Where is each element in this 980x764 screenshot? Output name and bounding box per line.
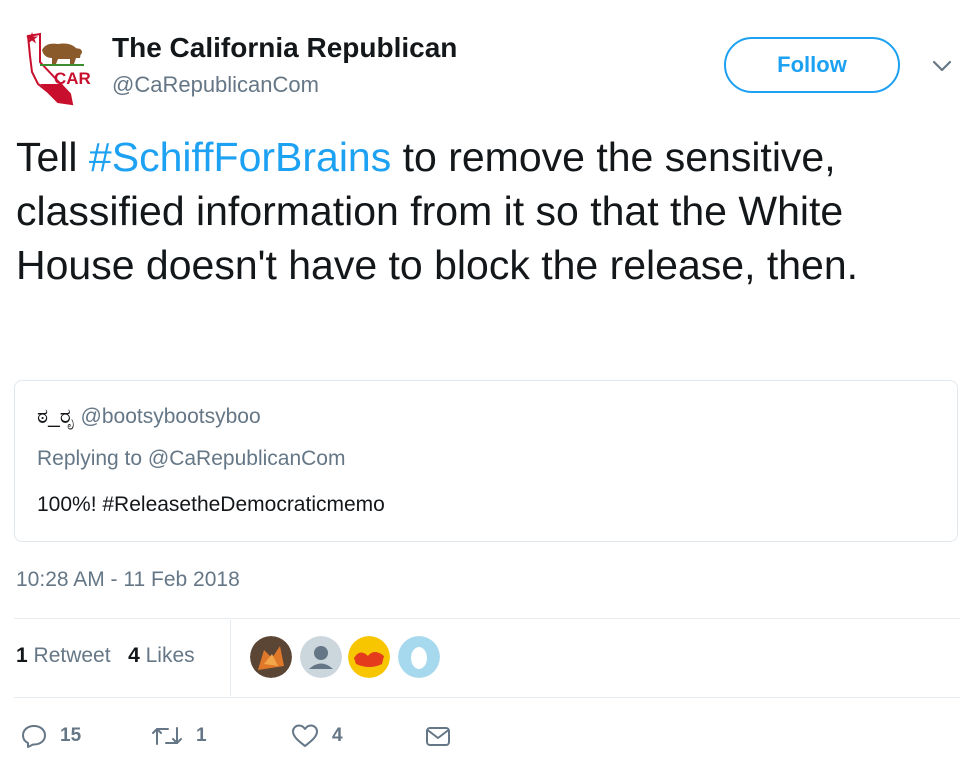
author-name[interactable]: The California Republican bbox=[112, 32, 457, 64]
california-republican-logo[interactable]: CAR bbox=[18, 28, 92, 108]
retweet-action[interactable]: 1 bbox=[150, 720, 207, 752]
heart-icon bbox=[292, 724, 318, 747]
quoted-tweet-user: ಠ_ರೃ @bootsybootsyboo bbox=[37, 405, 261, 429]
logo-text: CAR bbox=[54, 69, 91, 88]
reply-icon bbox=[22, 725, 46, 748]
liker-avatar[interactable] bbox=[348, 636, 390, 678]
retweet-count: 1 bbox=[196, 725, 207, 746]
retweet-stat[interactable]: 1 Retweet bbox=[16, 644, 111, 667]
stats-separator bbox=[230, 620, 231, 696]
quoted-author-handle: @bootsybootsyboo bbox=[80, 405, 261, 428]
tweet-timestamp[interactable]: 10:28 AM - 11 Feb 2018 bbox=[16, 568, 240, 592]
likes-stat-label: Likes bbox=[145, 644, 195, 667]
envelope-icon bbox=[426, 727, 450, 746]
retweet-stat-count: 1 bbox=[16, 644, 28, 667]
likes-stat[interactable]: 4 Likes bbox=[128, 644, 195, 667]
tweet-page: CAR The California Republican @CaRepubli… bbox=[0, 0, 980, 764]
likes-stat-count: 4 bbox=[128, 644, 140, 667]
quoted-author-name: ಠ_ರೃ bbox=[37, 405, 75, 428]
author-handle[interactable]: @CaRepublicanCom bbox=[112, 72, 319, 98]
hashtag-link[interactable]: #SchiffForBrains bbox=[89, 134, 391, 180]
reply-action[interactable]: 15 bbox=[20, 720, 81, 752]
divider bbox=[14, 697, 960, 698]
follow-button[interactable]: Follow bbox=[724, 37, 900, 93]
like-count: 4 bbox=[332, 725, 343, 746]
tweet-text: Tell #SchiffForBrains to remove the sens… bbox=[16, 130, 966, 292]
retweet-icon bbox=[152, 727, 182, 745]
like-action[interactable]: 4 bbox=[290, 720, 343, 752]
tweet-text-before: Tell bbox=[16, 134, 89, 180]
liker-avatar[interactable] bbox=[398, 636, 440, 678]
retweet-stat-label: Retweet bbox=[33, 644, 111, 667]
quoted-tweet[interactable]: ಠ_ರೃ @bootsybootsyboo Replying to @CaRep… bbox=[14, 380, 958, 542]
reply-count: 15 bbox=[60, 725, 82, 746]
quoted-tweet-text: 100%! #ReleasetheDemocraticmemo bbox=[37, 493, 385, 516]
divider bbox=[14, 618, 960, 619]
quoted-replying-to: Replying to @CaRepublicanCom bbox=[37, 447, 346, 470]
tweet-stats: 1 Retweet 4 Likes bbox=[16, 644, 195, 668]
liker-avatar[interactable] bbox=[300, 636, 342, 678]
chevron-down-icon[interactable] bbox=[930, 56, 954, 76]
direct-message-action[interactable] bbox=[424, 720, 452, 752]
liker-avatar[interactable] bbox=[250, 636, 292, 678]
